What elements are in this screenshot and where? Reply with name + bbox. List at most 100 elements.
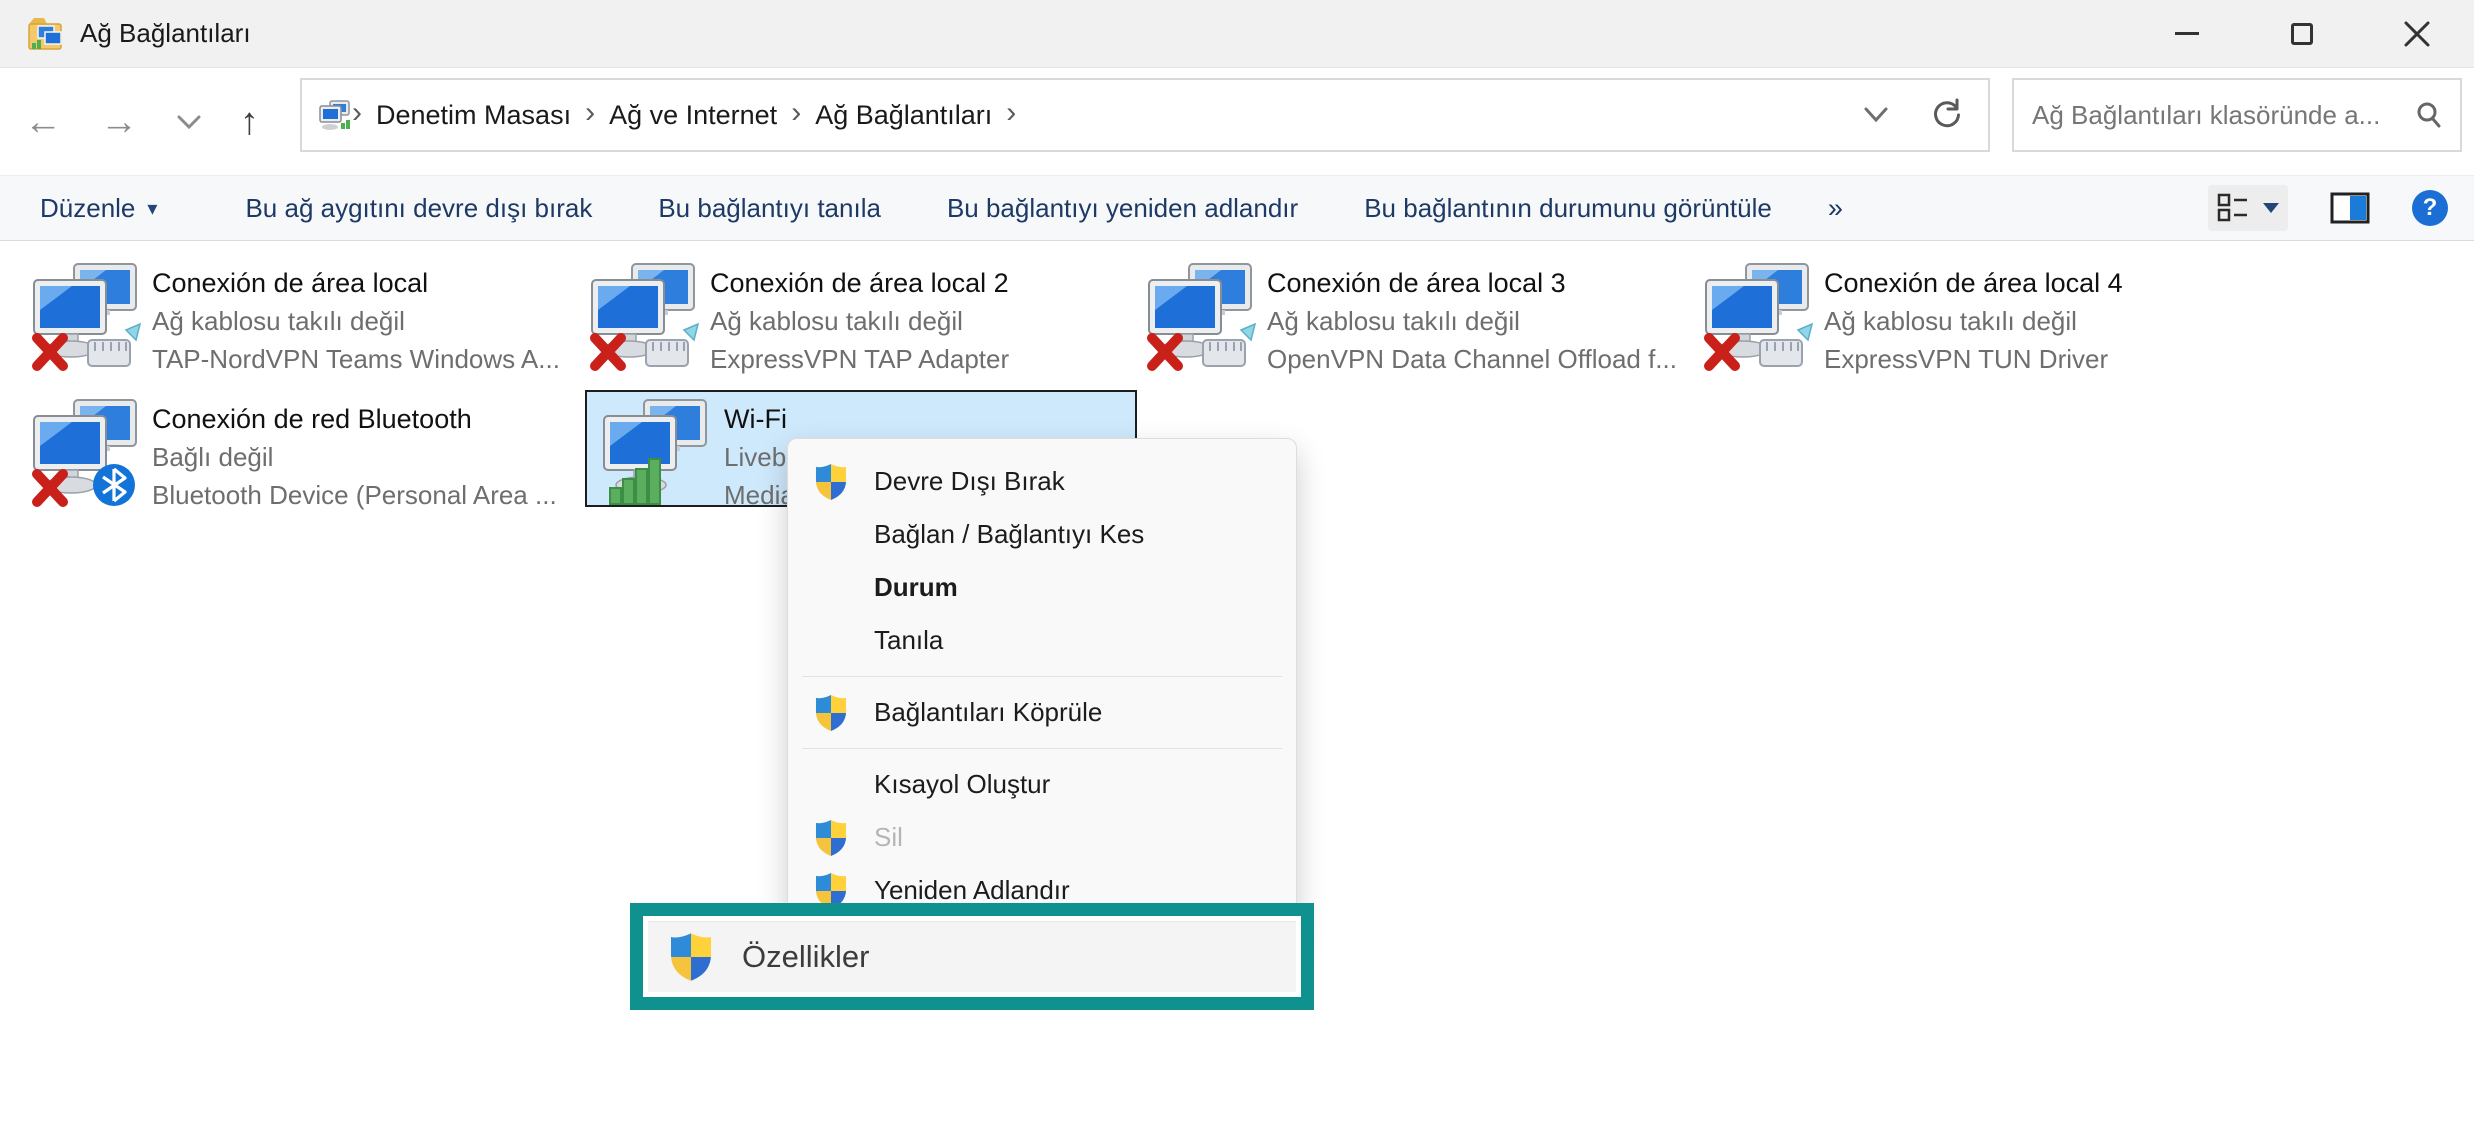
recent-locations-chevron-icon[interactable] xyxy=(176,113,202,131)
connection-tile-local-4[interactable]: Conexión de área local 4 Ağ kablosu takı… xyxy=(1702,262,2254,380)
list-view-icon xyxy=(2216,191,2250,225)
network-adapter-icon xyxy=(30,262,142,374)
connection-name: Conexión de área local 4 xyxy=(1824,264,2123,302)
up-button[interactable]: ↑ xyxy=(240,103,259,141)
menu-icon-spacer xyxy=(814,568,850,608)
connection-device: ExpressVPN TUN Driver xyxy=(1824,340,2123,378)
network-adapter-icon xyxy=(1145,262,1257,374)
uac-shield-icon xyxy=(814,819,848,857)
network-adapter-icon xyxy=(30,398,142,510)
context-menu-item-label: Tanıla xyxy=(874,625,943,656)
context-menu-item-label: Durum xyxy=(874,572,958,603)
context-menu-item-2[interactable]: Durum xyxy=(788,561,1296,614)
connection-name: Wi-Fi xyxy=(724,400,801,438)
context-menu-item-1[interactable]: Bağlan / Bağlantıyı Kes xyxy=(788,508,1296,561)
context-menu-item-8[interactable]: Sil xyxy=(788,811,1296,864)
context-menu-item-0[interactable]: Devre Dışı Bırak xyxy=(788,455,1296,508)
refresh-icon[interactable] xyxy=(1930,98,1964,132)
uac-shield-icon xyxy=(814,694,848,732)
context-menu-item-label: Kısayol Oluştur xyxy=(874,769,1050,800)
connection-tile-local-1[interactable]: Conexión de área local Ağ kablosu takılı… xyxy=(30,262,582,380)
context-menu-item-5[interactable]: Bağlantıları Köprüle xyxy=(788,686,1296,739)
context-menu-item-ozellikler[interactable]: Özellikler xyxy=(648,921,1296,992)
connection-tile-local-3[interactable]: Conexión de área local 3 Ağ kablosu takı… xyxy=(1145,262,1697,380)
uac-shield-icon xyxy=(668,932,714,982)
back-button[interactable]: ← xyxy=(24,103,62,141)
preview-pane-icon[interactable] xyxy=(2330,192,2370,224)
connection-name: Conexión de área local xyxy=(152,264,560,302)
context-menu: Devre Dışı Bırak Bağlan / Bağlantıyı Kes D… xyxy=(787,438,1297,938)
titlebar: Ağ Bağlantıları xyxy=(0,0,2474,68)
connection-name: Conexión de área local 3 xyxy=(1267,264,1677,302)
uac-shield-icon xyxy=(814,693,850,733)
menu-icon-spacer xyxy=(814,621,850,661)
connection-status: Ağ kablosu takılı değil xyxy=(152,302,560,340)
minimize-button[interactable] xyxy=(2129,0,2244,67)
context-menu-item-3[interactable]: Tanıla xyxy=(788,614,1296,667)
breadcrumb-item-ag-ve-internet[interactable]: Ağ ve Internet xyxy=(609,100,777,131)
connection-device: Bluetooth Device (Personal Area ... xyxy=(152,476,557,514)
context-menu-item-label: Yeniden Adlandır xyxy=(874,875,1070,906)
context-menu-item-label: Bağlantıları Köprüle xyxy=(874,697,1102,728)
command-diagnose-connection[interactable]: Bu bağlantıyı tanıla xyxy=(658,193,881,224)
duzenle-label: Düzenle xyxy=(40,193,135,224)
network-connections-window: Ağ Bağlantıları ← → ↑ xyxy=(0,0,2474,1130)
context-menu-separator xyxy=(802,676,1282,677)
view-options-button[interactable] xyxy=(2208,185,2288,231)
connection-device: OpenVPN Data Channel Offload f... xyxy=(1267,340,1677,378)
address-bar[interactable]: › Denetim Masası › Ağ ve Internet › Ağ B… xyxy=(300,78,1990,152)
uac-shield-icon xyxy=(814,818,850,858)
uac-shield-icon xyxy=(668,932,714,982)
breadcrumb-chevron-icon: › xyxy=(1006,96,1016,130)
menu-icon-spacer xyxy=(814,765,850,805)
command-disable-device[interactable]: Bu ağ aygıtını devre dışı bırak xyxy=(245,193,592,224)
address-location-icon xyxy=(318,98,352,132)
command-rename-connection[interactable]: Bu bağlantıyı yeniden adlandır xyxy=(947,193,1298,224)
minimize-icon xyxy=(2175,32,2199,35)
breadcrumb-item-denetim-masasi[interactable]: Denetim Masası xyxy=(376,100,571,131)
forward-button[interactable]: → xyxy=(100,103,138,141)
uac-shield-icon xyxy=(814,462,850,502)
search-box[interactable] xyxy=(2012,78,2462,152)
connection-device: ExpressVPN TAP Adapter xyxy=(710,340,1009,378)
maximize-icon xyxy=(2291,23,2313,45)
maximize-button[interactable] xyxy=(2244,0,2359,67)
context-menu-item-label: Bağlan / Bağlantıyı Kes xyxy=(874,519,1144,550)
network-adapter-icon xyxy=(600,398,712,510)
breadcrumb-chevron-icon: › xyxy=(585,96,595,130)
command-toolbar: Düzenle ▾ Bu ağ aygıtını devre dışı bıra… xyxy=(0,175,2474,241)
connection-status: Bağlı değil xyxy=(152,438,557,476)
context-menu-item-7[interactable]: Kısayol Oluştur xyxy=(788,758,1296,811)
network-adapter-icon xyxy=(588,262,700,374)
breadcrumb-chevron-icon: › xyxy=(352,96,362,130)
help-question-mark: ? xyxy=(2423,194,2438,222)
connection-status: Ağ kablosu takılı değil xyxy=(1824,302,2123,340)
command-view-status[interactable]: Bu bağlantının durumunu görüntüle xyxy=(1364,193,1772,224)
close-icon xyxy=(2404,21,2430,47)
connection-name: Conexión de red Bluetooth xyxy=(152,400,557,438)
chevron-down-icon xyxy=(2262,202,2280,214)
duzenle-menu-button[interactable]: Düzenle ▾ xyxy=(40,193,157,224)
breadcrumb-item-ag-baglantilari[interactable]: Ağ Bağlantıları xyxy=(815,100,992,131)
toolbar-overflow-button[interactable]: » xyxy=(1828,193,1843,224)
annotation-highlight-box: Özellikler xyxy=(630,903,1314,1010)
connection-device: TAP-NordVPN Teams Windows A... xyxy=(152,340,560,378)
menu-icon-spacer xyxy=(814,515,850,555)
help-button[interactable]: ? xyxy=(2412,190,2448,226)
window-title: Ağ Bağlantıları xyxy=(80,18,251,49)
context-menu-separator xyxy=(802,748,1282,749)
uac-shield-icon xyxy=(814,463,848,501)
connection-status: Ağ kablosu takılı değil xyxy=(1267,302,1677,340)
context-menu-item-label: Sil xyxy=(874,822,903,853)
close-button[interactable] xyxy=(2359,0,2474,67)
connection-tile-local-2[interactable]: Conexión de área local 2 Ağ kablosu takı… xyxy=(588,262,1140,380)
breadcrumb: › Denetim Masası › Ağ ve Internet › Ağ B… xyxy=(352,98,1862,132)
address-dropdown-chevron-icon[interactable] xyxy=(1862,105,1890,125)
bluetooth-icon xyxy=(93,464,135,506)
search-input[interactable] xyxy=(2032,100,2414,131)
search-icon xyxy=(2414,100,2444,130)
connection-tile-bluetooth[interactable]: Conexión de red Bluetooth Bağlı değil Bl… xyxy=(30,398,582,516)
network-adapter-icon xyxy=(1702,262,1814,374)
app-icon xyxy=(26,15,64,53)
connection-name: Conexión de área local 2 xyxy=(710,264,1009,302)
